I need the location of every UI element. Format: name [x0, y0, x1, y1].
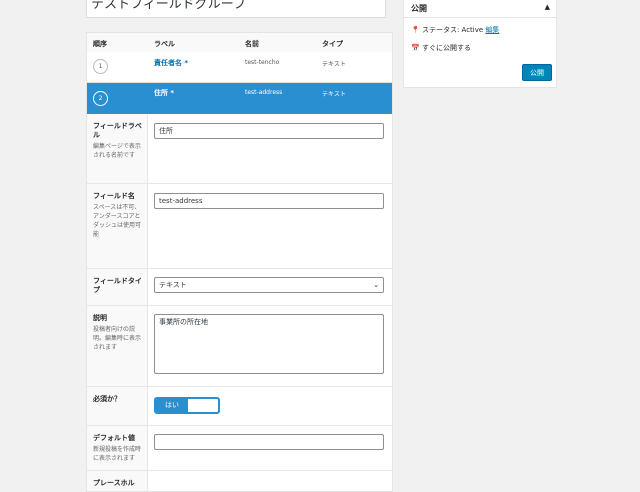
field-settings: フィールドラベル 編集ページで表示される名前です 住所 フィールド名 スペースは… [87, 114, 392, 491]
field-order-handle[interactable]: 2 [93, 91, 108, 106]
status-label: ステータス: Active [421, 26, 484, 34]
field-type: テキスト [322, 91, 346, 98]
fields-table-header: 順序 ラベル 名前 タイプ [87, 33, 392, 53]
field-label-link[interactable]: 住所 * [154, 88, 174, 98]
setting-description: 投稿者向けの説明。編集時に表示されます [93, 326, 142, 351]
schedule-label: すぐに公開する [421, 44, 471, 52]
required-toggle[interactable]: はい [154, 397, 220, 414]
description-textarea[interactable]: 事業所の所在地 [154, 314, 384, 374]
setting-field-name: フィールド名 スペースは不可、アンダースコアとダッシュは使用可能 test-ad… [87, 184, 392, 269]
publish-schedule: 📅 すぐに公開する [411, 43, 471, 53]
setting-description: 説明 投稿者向けの説明。編集時に表示されます 事業所の所在地 [87, 306, 392, 387]
collapse-arrow-icon[interactable]: ▲ [545, 3, 550, 11]
setting-required: 必須か？ はい [87, 387, 392, 426]
publish-box-title: 公開 [411, 4, 427, 13]
default-value-input[interactable] [154, 434, 384, 450]
setting-default-value: デフォルト値 新規投稿を作成時に表示されます [87, 426, 392, 471]
field-type: テキスト [322, 61, 346, 68]
pin-icon: 📍 [411, 26, 420, 34]
publish-status: 📍 ステータス: Active 編集 [411, 25, 499, 35]
setting-field-type: フィールドタイプ テキスト ⌄ [87, 269, 392, 306]
chevron-down-icon: ⌄ [373, 281, 379, 289]
setting-description: 編集ページで表示される名前です [93, 143, 141, 159]
header-order: 順序 [93, 40, 107, 48]
field-name: test-address [245, 89, 283, 96]
field-order-handle[interactable]: 1 [93, 59, 108, 74]
field-row[interactable]: 1 責任者名 * test-tencho テキスト [87, 52, 392, 83]
publish-button[interactable]: 公開 [522, 64, 552, 81]
header-type: タイプ [322, 40, 343, 48]
setting-title: フィールドタイプ [93, 277, 142, 294]
field-label-link[interactable]: 責任者名 * [154, 58, 188, 68]
setting-field-label: フィールドラベル 編集ページで表示される名前です 住所 [87, 114, 392, 184]
setting-title: フィールド名 [93, 192, 135, 200]
field-row-active[interactable]: 2 住所 * test-address テキスト [87, 83, 392, 114]
publish-box: 公開 ▲ 📍 ステータス: Active 編集 📅 すぐに公開する 公開 [403, 0, 557, 88]
field-type-select[interactable]: テキスト ⌄ [154, 277, 384, 293]
setting-title: デフォルト値 [93, 434, 135, 442]
toggle-on-label: はい [156, 399, 188, 412]
calendar-icon: 📅 [411, 44, 420, 52]
setting-title: 必須か？ [93, 395, 121, 403]
status-edit-link[interactable]: 編集 [485, 26, 499, 34]
field-type-value: テキスト [159, 281, 187, 289]
field-label-input[interactable]: 住所 [154, 123, 384, 139]
header-name: 名前 [245, 40, 259, 48]
field-group-title-input[interactable]: テストフィールドグループ [86, 0, 386, 18]
setting-title: フィールドラベル [93, 122, 142, 139]
setting-description: 新規投稿を作成時に表示されます [93, 446, 142, 462]
fields-panel: 順序 ラベル 名前 タイプ 1 責任者名 * test-tencho テキスト … [86, 32, 393, 492]
setting-description: スペースは不可、アンダースコアとダッシュは使用可能 [93, 204, 142, 238]
setting-placeholder: プレースホル [87, 471, 392, 491]
header-label: ラベル [154, 40, 175, 48]
field-name-input[interactable]: test-address [154, 193, 384, 209]
field-name: test-tencho [245, 59, 280, 66]
setting-title: プレースホル [93, 479, 135, 487]
setting-title: 説明 [93, 314, 107, 322]
publish-box-header[interactable]: 公開 ▲ [404, 0, 556, 18]
